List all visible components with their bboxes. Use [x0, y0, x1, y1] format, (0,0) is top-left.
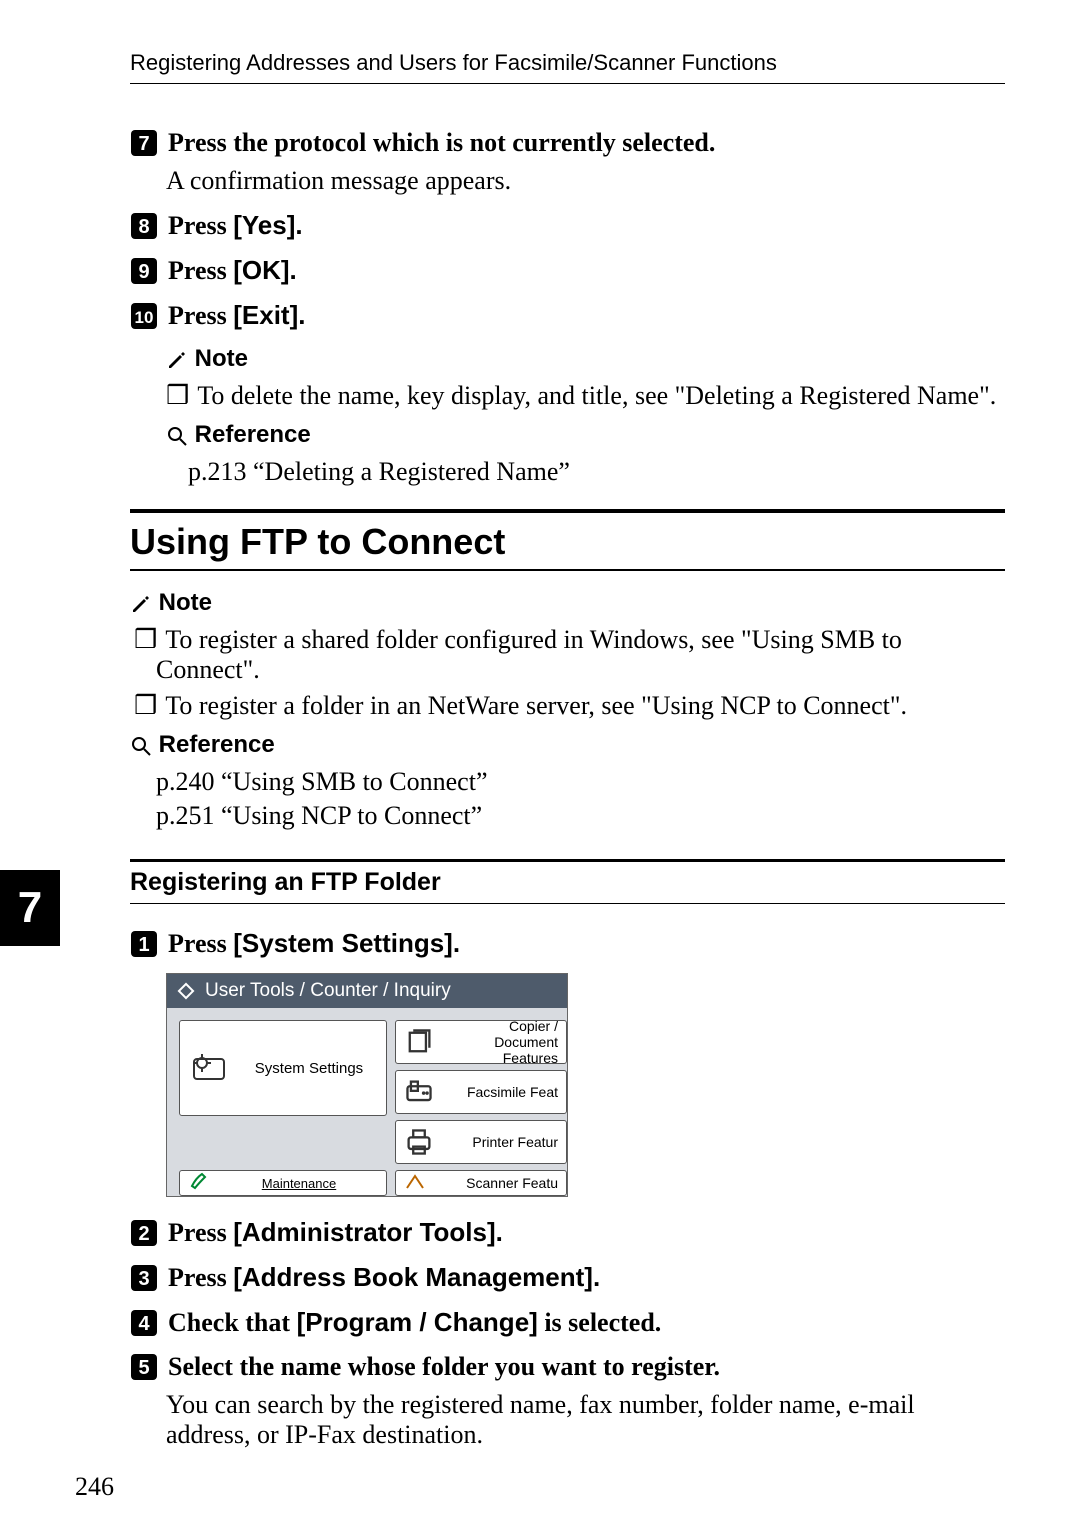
- pencil-icon: [166, 349, 188, 371]
- gear-machine-icon: [188, 1049, 230, 1087]
- button-label: Facsimile Feat: [444, 1084, 558, 1100]
- section-heading: Using FTP to Connect: [130, 521, 1005, 563]
- svg-text:9: 9: [138, 261, 149, 283]
- system-settings-button[interactable]: System Settings: [179, 1020, 387, 1116]
- subsection-rule-bottom: [130, 903, 1005, 904]
- svg-text:1: 1: [138, 934, 149, 956]
- section-rule-top: [130, 509, 1005, 513]
- step-body: A confirmation message appears.: [166, 166, 1005, 196]
- maintenance-button[interactable]: Maintenance: [179, 1170, 387, 1196]
- svg-text:7: 7: [138, 133, 149, 155]
- panel-titlebar: User Tools / Counter / Inquiry: [167, 974, 567, 1008]
- button-label: Copier / Document Features: [444, 1020, 558, 1066]
- button-label: Scanner Featu: [436, 1175, 558, 1191]
- step-10: 10 Press [Exit].: [130, 300, 1005, 331]
- magnifier-icon: [166, 425, 188, 447]
- button-label: Printer Featur: [444, 1134, 558, 1150]
- step-9: 9 Press [OK].: [130, 255, 1005, 286]
- copier-icon: [404, 1027, 434, 1057]
- facsimile-features-button[interactable]: Facsimile Feat: [395, 1070, 567, 1114]
- page-content: Registering Addresses and Users for Facs…: [0, 0, 1080, 1489]
- svg-text:5: 5: [138, 1357, 149, 1379]
- step-text: Press [Exit].: [168, 301, 305, 330]
- step-text: Press [Address Book Management].: [168, 1263, 600, 1292]
- step-text: Press [OK].: [168, 256, 297, 285]
- step-number-icon: 5: [130, 1353, 158, 1381]
- user-tools-panel: User Tools / Counter / Inquiry System Se…: [166, 973, 568, 1197]
- diamond-icon: [177, 982, 195, 1000]
- scanner-features-button[interactable]: Scanner Featu: [395, 1170, 567, 1196]
- note-item: ❒To register a folder in an NetWare serv…: [156, 691, 1005, 721]
- page-number: 246: [75, 1472, 114, 1502]
- chapter-tab: 7: [0, 870, 60, 946]
- note-item: ❒To delete the name, key display, and ti…: [188, 381, 1005, 411]
- step-7: 7 Press the protocol which is not curren…: [130, 128, 1005, 196]
- note-heading: Note: [166, 345, 1005, 373]
- copier-features-button[interactable]: Copier / Document Features: [395, 1020, 567, 1064]
- printer-features-button[interactable]: Printer Featur: [395, 1120, 567, 1164]
- svg-text:4: 4: [138, 1313, 150, 1335]
- button-label: System Settings: [240, 1060, 378, 1077]
- step-text: Press the protocol which is not currentl…: [168, 128, 715, 157]
- reference-heading: Reference: [130, 731, 1005, 759]
- step-3: 3 Press [Address Book Management].: [130, 1262, 1005, 1293]
- step-number-icon: 4: [130, 1309, 158, 1337]
- note-heading: Note: [130, 589, 1005, 617]
- step-number-icon: 1: [130, 930, 158, 958]
- reference-item: p.240 “Using SMB to Connect”: [156, 767, 1005, 797]
- reference-item: p.213 “Deleting a Registered Name”: [188, 457, 1005, 487]
- step-5: 5 Select the name whose folder you want …: [130, 1352, 1005, 1450]
- step-text: Press [Administrator Tools].: [168, 1218, 503, 1247]
- subsection-heading: Registering an FTP Folder: [130, 868, 1005, 897]
- step-number-icon: 3: [130, 1264, 158, 1292]
- button-label: Maintenance: [220, 1176, 378, 1191]
- step-text: Press [System Settings].: [168, 929, 460, 958]
- step-text: Press [Yes].: [168, 211, 303, 240]
- panel-body: System Settings Copier / Document Featur…: [167, 1008, 567, 1196]
- svg-text:2: 2: [138, 1223, 149, 1245]
- step-number-icon: 8: [130, 212, 158, 240]
- svg-text:10: 10: [135, 308, 154, 327]
- step-number-icon: 2: [130, 1219, 158, 1247]
- panel-title: User Tools / Counter / Inquiry: [205, 980, 451, 1002]
- note-item: ❒To register a shared folder configured …: [156, 625, 1005, 685]
- pencil-icon: [130, 593, 152, 615]
- step-number-icon: 10: [130, 302, 158, 330]
- step-8: 8 Press [Yes].: [130, 210, 1005, 241]
- printer-icon: [404, 1127, 434, 1157]
- subsection-rule-top: [130, 859, 1005, 862]
- step-body: You can search by the registered name, f…: [166, 1390, 1005, 1450]
- step-4: 4 Check that [Program / Change] is selec…: [130, 1307, 1005, 1338]
- section-rule-bottom: [130, 569, 1005, 571]
- step-number-icon: 7: [130, 129, 158, 157]
- reference-heading: Reference: [166, 421, 1005, 449]
- fax-icon: [404, 1077, 434, 1107]
- step-text: Select the name whose folder you want to…: [168, 1352, 720, 1381]
- step-1: 1 Press [System Settings].: [130, 928, 1005, 959]
- svg-text:3: 3: [138, 1268, 149, 1290]
- step-number-icon: 9: [130, 257, 158, 285]
- header-rule: [130, 83, 1005, 84]
- running-header: Registering Addresses and Users for Facs…: [130, 50, 1005, 76]
- brush-icon: [188, 1170, 210, 1196]
- svg-text:8: 8: [138, 216, 149, 238]
- step-2: 2 Press [Administrator Tools].: [130, 1217, 1005, 1248]
- scanner-icon: [404, 1170, 426, 1196]
- magnifier-icon: [130, 735, 152, 757]
- step-text: Check that [Program / Change] is selecte…: [168, 1308, 661, 1337]
- reference-item: p.251 “Using NCP to Connect”: [156, 801, 1005, 831]
